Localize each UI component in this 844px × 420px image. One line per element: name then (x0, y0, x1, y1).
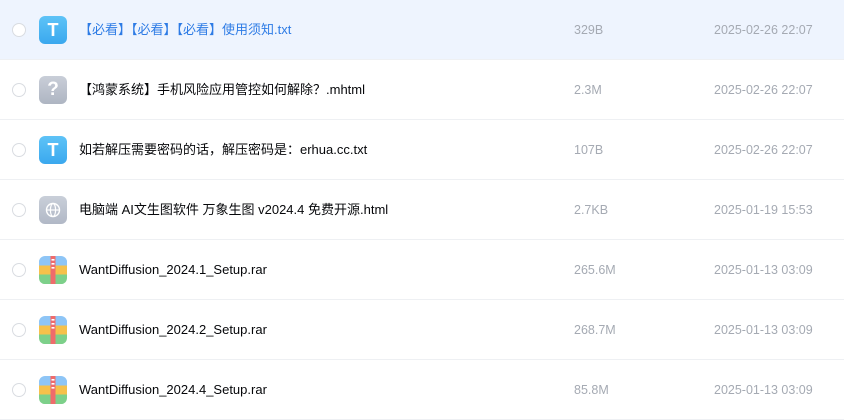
file-name[interactable]: WantDiffusion_2024.2_Setup.rar (79, 300, 267, 360)
file-date: 2025-02-26 22:07 (714, 143, 813, 157)
txt-file-icon: T (39, 16, 67, 44)
file-row[interactable]: T 如若解压需要密码的话，解压密码是：erhua.cc.txt 107B 202… (0, 120, 844, 180)
file-size: 329B (574, 23, 604, 37)
row-checkbox[interactable] (12, 263, 26, 277)
file-size: 107B (574, 143, 604, 157)
file-date: 2025-02-26 22:07 (714, 83, 813, 97)
row-checkbox[interactable] (12, 203, 26, 217)
file-date: 2025-02-26 22:07 (714, 23, 813, 37)
file-row[interactable]: T 【必看】【必看】【必看】使用须知.txt 329B 2025-02-26 2… (0, 0, 844, 60)
file-date: 2025-01-13 03:09 (714, 323, 813, 337)
row-checkbox[interactable] (12, 323, 26, 337)
file-date: 2025-01-13 03:09 (714, 263, 813, 277)
archive-file-icon (39, 256, 67, 284)
file-list: T 【必看】【必看】【必看】使用须知.txt 329B 2025-02-26 2… (0, 0, 844, 420)
html-file-icon (39, 196, 67, 224)
txt-file-icon: T (39, 136, 67, 164)
row-checkbox[interactable] (12, 83, 26, 97)
archive-file-icon (39, 316, 67, 344)
file-name[interactable]: 【鸿蒙系统】手机风险应用管控如何解除？.mhtml (79, 60, 365, 120)
unknown-file-icon: ? (39, 76, 67, 104)
file-name[interactable]: 如若解压需要密码的话，解压密码是：erhua.cc.txt (79, 120, 367, 180)
file-row[interactable]: WantDiffusion_2024.4_Setup.rar 85.8M 202… (0, 360, 844, 420)
row-checkbox[interactable] (12, 143, 26, 157)
file-name[interactable]: WantDiffusion_2024.4_Setup.rar (79, 360, 267, 420)
file-size: 85.8M (574, 383, 609, 397)
archive-file-icon (39, 376, 67, 404)
file-name[interactable]: WantDiffusion_2024.1_Setup.rar (79, 240, 267, 300)
file-row[interactable]: WantDiffusion_2024.2_Setup.rar 268.7M 20… (0, 300, 844, 360)
globe-icon (45, 202, 61, 218)
row-checkbox[interactable] (12, 383, 26, 397)
file-size: 268.7M (574, 323, 616, 337)
file-size: 265.6M (574, 263, 616, 277)
file-row[interactable]: ? 【鸿蒙系统】手机风险应用管控如何解除？.mhtml 2.3M 2025-02… (0, 60, 844, 120)
file-row[interactable]: WantDiffusion_2024.1_Setup.rar 265.6M 20… (0, 240, 844, 300)
file-size: 2.7KB (574, 203, 609, 217)
file-date: 2025-01-13 03:09 (714, 383, 813, 397)
file-size: 2.3M (574, 83, 602, 97)
file-date: 2025-01-19 15:53 (714, 203, 813, 217)
row-checkbox[interactable] (12, 23, 26, 37)
file-name[interactable]: 【必看】【必看】【必看】使用须知.txt (79, 0, 291, 60)
file-row[interactable]: 电脑端 AI文生图软件 万象生图 v2024.4 免费开源.html 2.7KB… (0, 180, 844, 240)
file-name[interactable]: 电脑端 AI文生图软件 万象生图 v2024.4 免费开源.html (79, 180, 388, 240)
